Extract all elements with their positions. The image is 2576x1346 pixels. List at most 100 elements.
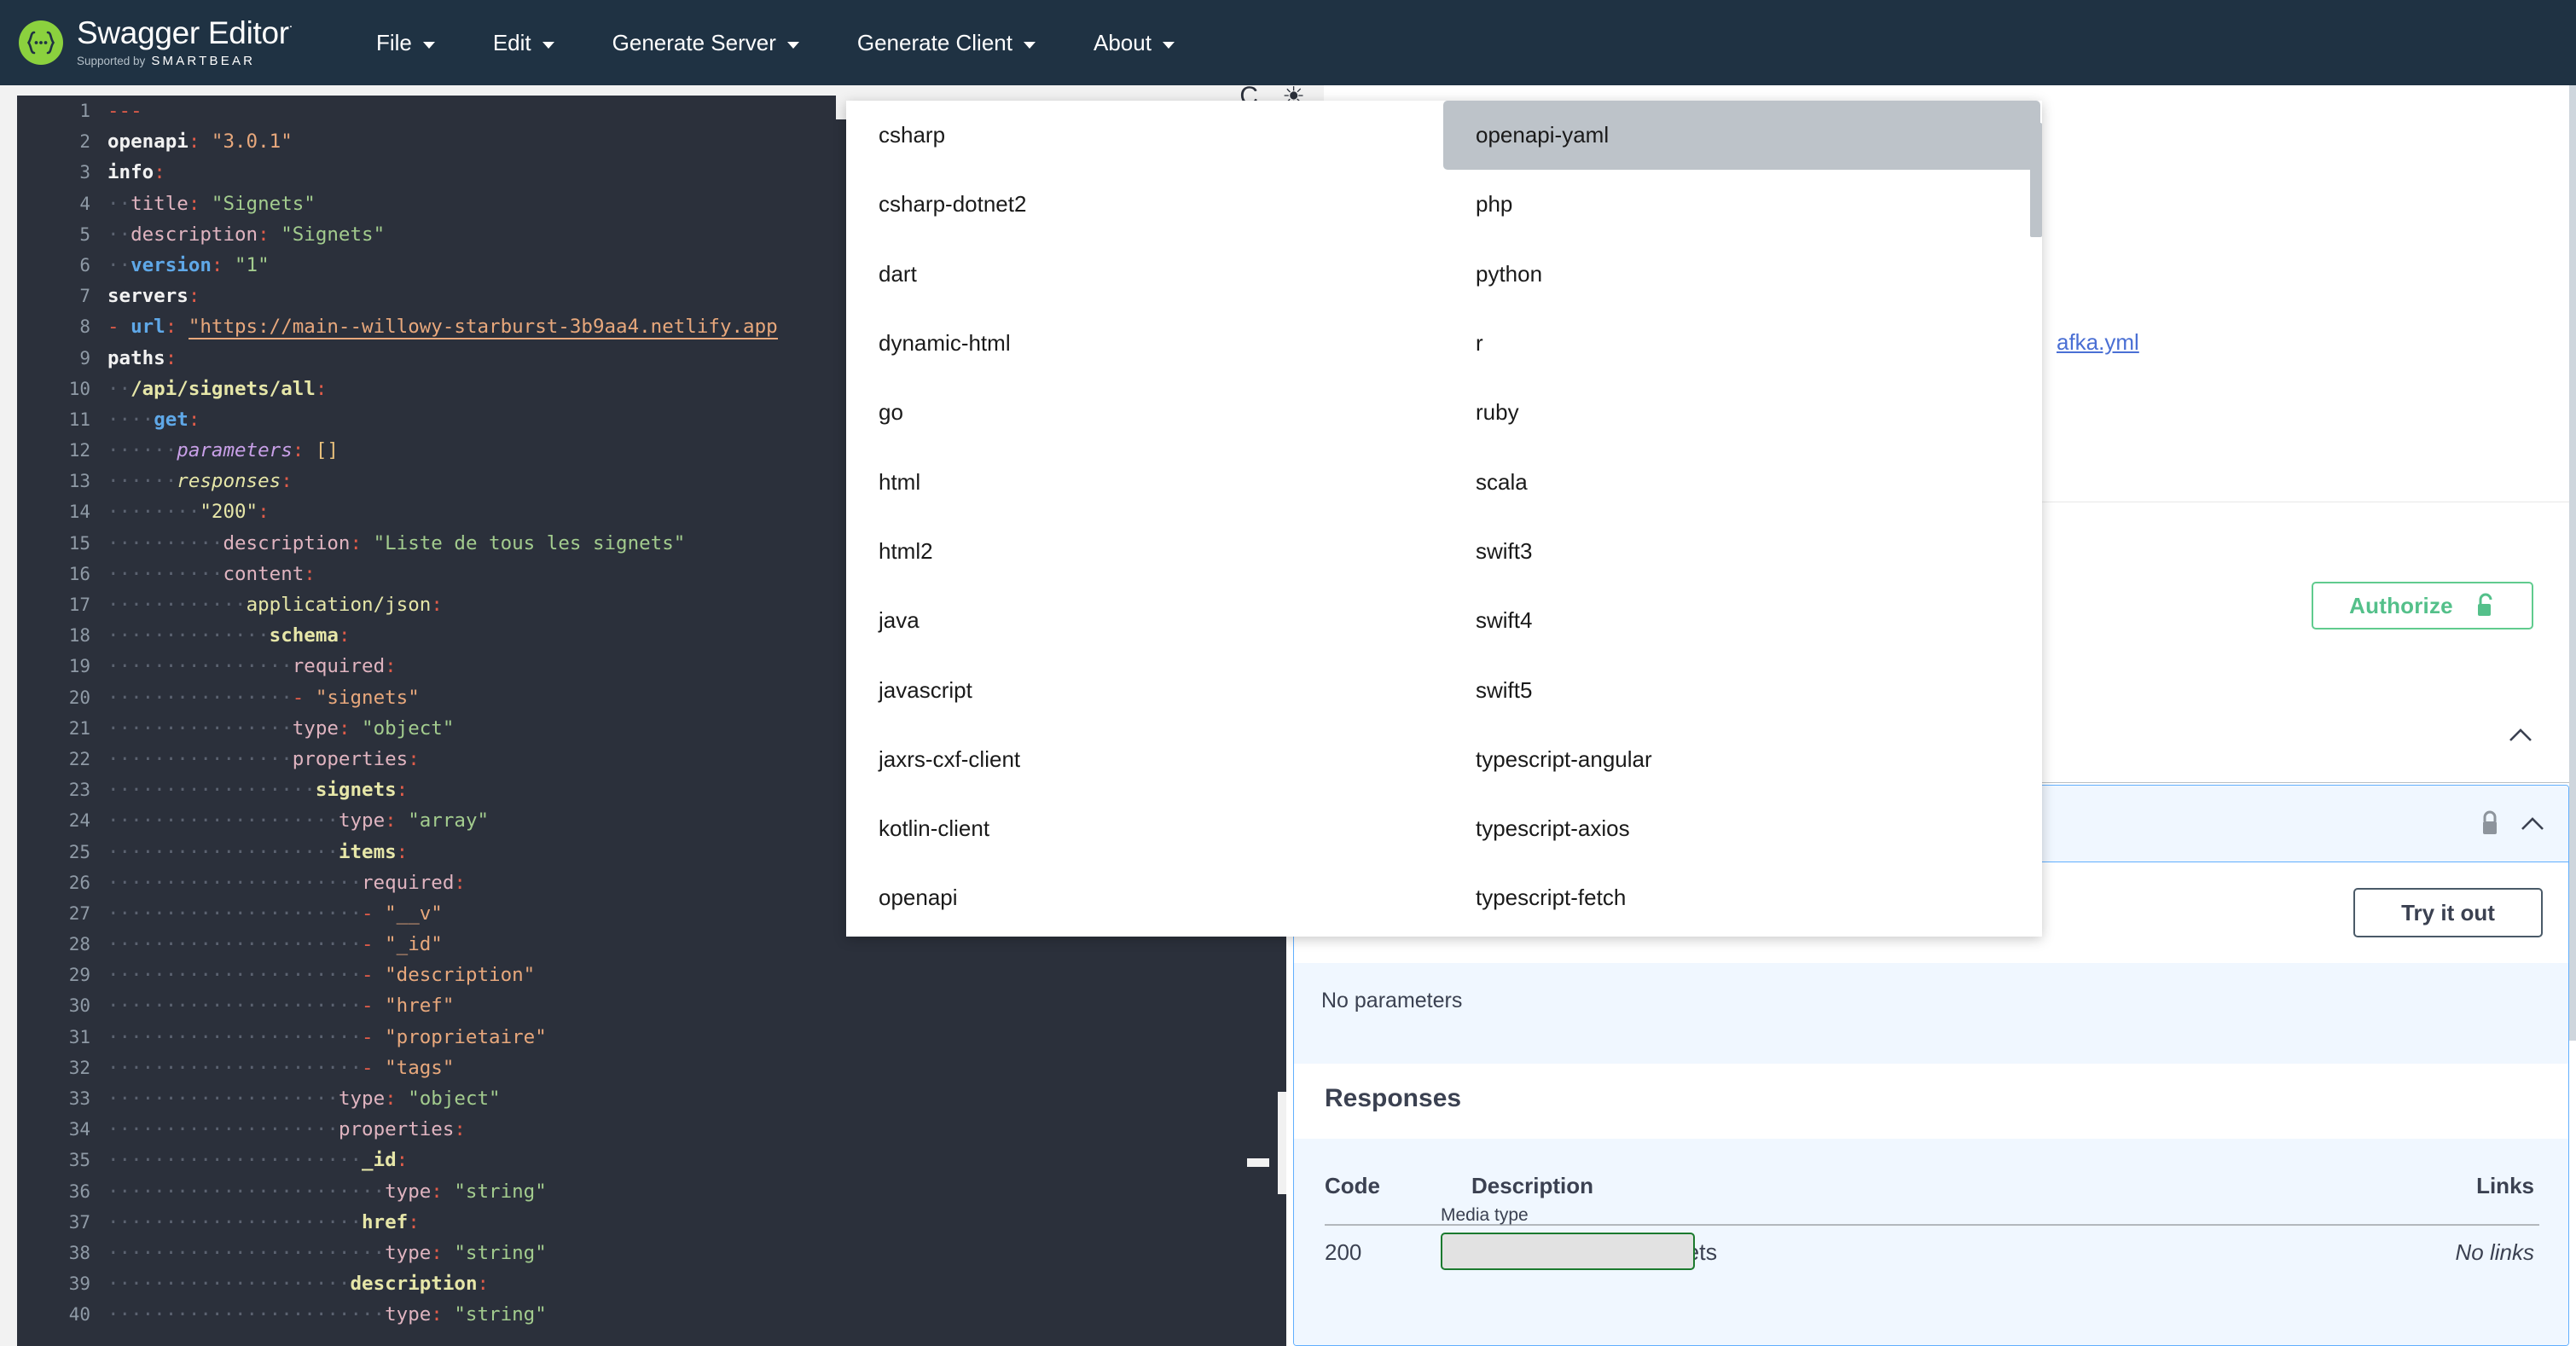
dropdown-item-html2[interactable]: html2 bbox=[846, 517, 1443, 586]
dropdown-item-php[interactable]: php bbox=[1443, 170, 2040, 239]
spec-url-link[interactable]: afka.yml bbox=[2057, 329, 2139, 356]
dropdown-item-openapi-yaml[interactable]: openapi-yaml bbox=[1443, 101, 2040, 170]
dropdown-item-python[interactable]: python bbox=[1443, 240, 2040, 309]
dropdown-item-csharp-dotnet2[interactable]: csharp-dotnet2 bbox=[846, 170, 1443, 239]
code-token: --- bbox=[107, 100, 142, 122]
code-line[interactable]: 39·····················description: bbox=[17, 1268, 1286, 1299]
line-number: 28 bbox=[17, 929, 90, 960]
line-number: 39 bbox=[17, 1268, 90, 1299]
code-line[interactable]: 33····················type: "object" bbox=[17, 1083, 1286, 1114]
code-line[interactable]: 37······················href: bbox=[17, 1207, 1286, 1238]
dropdown-item-kotlin-client[interactable]: kotlin-client bbox=[846, 794, 1443, 863]
dropdown-item-label: typescript-fetch bbox=[1476, 885, 1626, 911]
code-token: "description" bbox=[385, 964, 535, 986]
try-it-out-button[interactable]: Try it out bbox=[2353, 888, 2543, 937]
line-number: 7 bbox=[17, 281, 90, 311]
dropdown-item-typescript-axios[interactable]: typescript-axios bbox=[1443, 794, 2040, 863]
swagger-ui-scrollbar[interactable] bbox=[2569, 85, 2576, 1346]
code-token: properties bbox=[293, 748, 408, 770]
code-token: "Signets" bbox=[212, 193, 316, 215]
dropdown-item-typescript-fetch[interactable]: typescript-fetch bbox=[1443, 863, 2040, 932]
code-token: : bbox=[189, 131, 200, 153]
responses-title: Responses bbox=[1325, 1084, 1461, 1113]
dropdown-item-go[interactable]: go bbox=[846, 378, 1443, 447]
code-token: ···················· bbox=[107, 809, 339, 832]
menu-generate-client[interactable]: Generate Client bbox=[828, 0, 1065, 85]
code-token: : bbox=[397, 1149, 409, 1171]
response-code: 200 bbox=[1325, 1239, 1361, 1266]
lock-icon[interactable] bbox=[2480, 809, 2502, 838]
code-token bbox=[443, 1181, 455, 1203]
dropdown-item-dynamic-html[interactable]: dynamic-html bbox=[846, 309, 1443, 378]
line-number: 24 bbox=[17, 805, 90, 836]
code-token: type bbox=[385, 1242, 431, 1264]
editor-resize-handle[interactable] bbox=[1247, 1158, 1269, 1167]
line-number: 5 bbox=[17, 219, 90, 250]
dropdown-item-jaxrs-cxf-client[interactable]: jaxrs-cxf-client bbox=[846, 725, 1443, 794]
code-line[interactable]: 38························type: "string" bbox=[17, 1238, 1286, 1268]
code-token: items bbox=[339, 841, 397, 863]
editor-scrollbar[interactable] bbox=[1278, 1092, 1286, 1194]
code-token: : bbox=[408, 748, 420, 770]
code-token: : bbox=[304, 563, 316, 585]
scrollbar-thumb[interactable] bbox=[2569, 85, 2576, 1041]
line-number: 30 bbox=[17, 990, 90, 1021]
dropdown-item-csharp[interactable]: csharp bbox=[846, 101, 1443, 170]
dropdown-item-html[interactable]: html bbox=[846, 447, 1443, 516]
dropdown-item-swift5[interactable]: swift5 bbox=[1443, 655, 2040, 724]
code-token: [] bbox=[316, 439, 339, 461]
dropdown-item-r[interactable]: r bbox=[1443, 309, 2040, 378]
chevron-up-icon[interactable] bbox=[2519, 811, 2546, 838]
dropdown-scrollbar-thumb[interactable] bbox=[2030, 123, 2042, 237]
dropdown-item-javascript[interactable]: javascript bbox=[846, 655, 1443, 724]
code-token: : bbox=[397, 841, 409, 863]
code-token: openapi bbox=[107, 131, 189, 153]
code-token: ·· bbox=[107, 378, 131, 400]
code-token: info bbox=[107, 161, 154, 183]
brand[interactable]: Swagger Editor. Supported by SMARTBEAR bbox=[0, 17, 293, 68]
code-line[interactable]: 34····················properties: bbox=[17, 1114, 1286, 1145]
dropdown-item-label: csharp bbox=[879, 122, 945, 148]
dropdown-item-typescript-angular[interactable]: typescript-angular bbox=[1443, 725, 2040, 794]
code-token: - bbox=[362, 1026, 385, 1048]
code-token: : bbox=[385, 1088, 397, 1110]
dropdown-item-openapi[interactable]: openapi bbox=[846, 863, 1443, 932]
code-token: ······················ bbox=[107, 902, 362, 925]
code-line[interactable]: 32······················- "tags" bbox=[17, 1053, 1286, 1083]
code-token: "3.0.1" bbox=[212, 131, 293, 153]
authorize-button[interactable]: Authorize bbox=[2312, 582, 2533, 629]
dropdown-item-swift4[interactable]: swift4 bbox=[1443, 586, 2040, 655]
trademark-mark: . bbox=[289, 16, 293, 31]
line-number: 32 bbox=[17, 1053, 90, 1083]
menu-about[interactable]: About bbox=[1065, 0, 1204, 85]
menu-edit[interactable]: Edit bbox=[464, 0, 583, 85]
menu-generate-server[interactable]: Generate Server bbox=[583, 0, 828, 85]
code-token bbox=[223, 254, 235, 276]
code-token: ·· bbox=[107, 223, 131, 246]
chevron-up-icon[interactable] bbox=[2506, 722, 2535, 751]
dropdown-item-label: dart bbox=[879, 261, 917, 287]
code-token bbox=[200, 193, 212, 215]
dropdown-item-ruby[interactable]: ruby bbox=[1443, 378, 2040, 447]
code-token: "https://main--willowy-starburst-3b9aa4.… bbox=[189, 316, 778, 339]
dropdown-item-java[interactable]: java bbox=[846, 586, 1443, 655]
code-line[interactable]: 35······················_id: bbox=[17, 1145, 1286, 1175]
code-token: : bbox=[189, 193, 200, 215]
dropdown-item-label: swift5 bbox=[1476, 677, 1532, 704]
dropdown-item-swift3[interactable]: swift3 bbox=[1443, 517, 2040, 586]
code-token: ······················ bbox=[107, 1211, 362, 1233]
menu-file[interactable]: File bbox=[347, 0, 464, 85]
code-line[interactable]: 29······················- "description" bbox=[17, 960, 1286, 990]
code-token: ······················ bbox=[107, 995, 362, 1017]
code-line[interactable]: 31······················- "proprietaire" bbox=[17, 1022, 1286, 1053]
code-line[interactable]: 40························type: "string" bbox=[17, 1299, 1286, 1330]
code-token: ·········· bbox=[107, 532, 223, 554]
dropdown-item-scala[interactable]: scala bbox=[1443, 447, 2040, 516]
code-line[interactable]: 30······················- "href" bbox=[17, 990, 1286, 1021]
media-type-select[interactable] bbox=[1441, 1233, 1695, 1270]
code-token: : bbox=[258, 223, 270, 246]
line-number: 1 bbox=[17, 96, 90, 126]
code-token: : bbox=[258, 501, 270, 523]
code-line[interactable]: 36························type: "string" bbox=[17, 1176, 1286, 1207]
dropdown-item-dart[interactable]: dart bbox=[846, 240, 1443, 309]
